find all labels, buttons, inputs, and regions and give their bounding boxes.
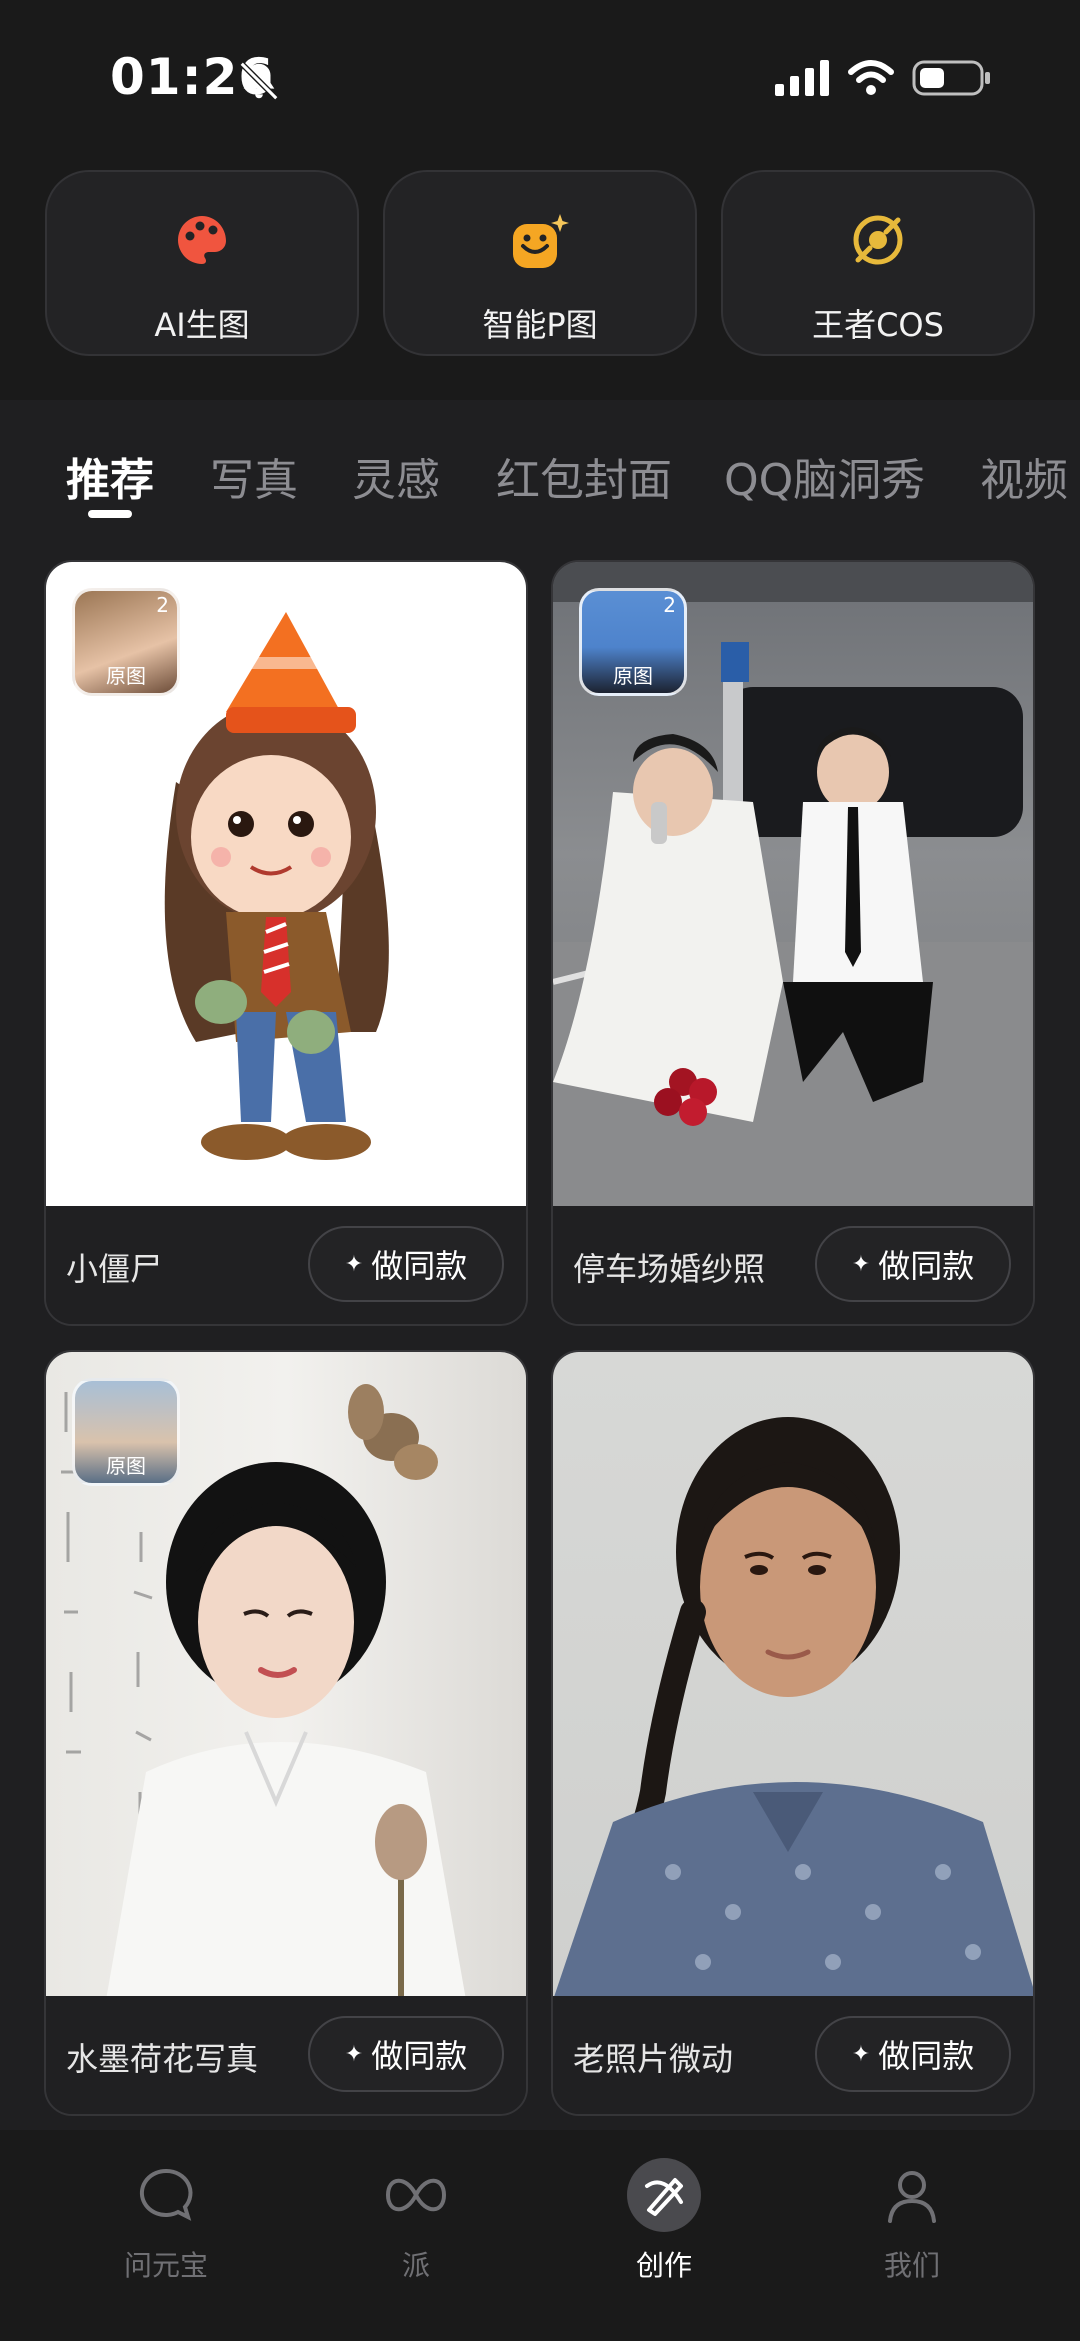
thumb-count: 2 xyxy=(663,593,676,617)
card-footer: 老照片微动 ✦ 做同款 xyxy=(553,1996,1033,2114)
sparkle-icon: ✦ xyxy=(851,1251,871,1277)
tab-qq-brain-show[interactable]: QQ脑洞秀 xyxy=(724,444,925,508)
template-card[interactable]: 2 原图 小僵尸 ✦ 做同款 xyxy=(44,560,528,1326)
tool-smart-edit-button[interactable]: 智能P图 xyxy=(383,170,697,356)
template-card[interactable]: 原图 水墨荷花写真 ✦ 做同款 xyxy=(44,1350,528,2116)
nav-label: 创作 xyxy=(635,2249,692,2282)
template-card[interactable]: 2 原图 停车场婚纱照 ✦ 做同款 xyxy=(551,560,1035,1326)
template-feed: 2 原图 小僵尸 ✦ 做同款 2 原图 停车场婚纱照 ✦ 做同款 原图 水墨荷花… xyxy=(0,550,1080,2130)
person-icon xyxy=(888,2171,936,2223)
app-screen: 01:26 AI生图 智能P图 王者COS 推荐 写真 灵感 红包封面 QQ脑洞… xyxy=(0,0,1080,2341)
tool-label: AI生图 xyxy=(154,306,250,344)
thumb-count: 2 xyxy=(156,593,169,617)
tab-inspiration[interactable]: 灵感 xyxy=(352,444,440,508)
nav-label: 我们 xyxy=(883,2249,940,2282)
palette-icon xyxy=(178,216,226,264)
infinity-icon xyxy=(385,2178,447,2212)
original-photo-thumbnail[interactable]: 2 原图 xyxy=(579,588,687,696)
nav-label: 派 xyxy=(401,2249,430,2282)
make-same-button[interactable]: ✦ 做同款 xyxy=(308,2016,504,2092)
battery-icon xyxy=(912,60,990,96)
card-footer: 小僵尸 ✦ 做同款 xyxy=(46,1206,526,1324)
signal-icon xyxy=(775,60,829,96)
original-photo-thumbnail[interactable]: 2 原图 xyxy=(72,588,180,696)
nav-pai[interactable]: 派 xyxy=(326,2158,506,2284)
make-same-label: 做同款 xyxy=(371,1247,468,1285)
sparkle-icon: ✦ xyxy=(851,2041,871,2067)
nav-ask-yuanbao[interactable]: 问元宝 xyxy=(76,2158,256,2284)
nav-create[interactable]: 创作 xyxy=(574,2158,754,2284)
make-same-button[interactable]: ✦ 做同款 xyxy=(815,2016,1011,2092)
template-title: 老照片微动 xyxy=(573,2040,734,2078)
tab-portrait[interactable]: 写真 xyxy=(210,444,298,508)
tab-red-envelope-cover[interactable]: 红包封面 xyxy=(496,444,672,508)
original-photo-thumbnail[interactable]: 原图 xyxy=(72,1378,180,1486)
bell-muted-icon xyxy=(239,61,279,101)
tool-label: 王者COS xyxy=(812,306,944,344)
thumb-label: 原图 xyxy=(106,664,146,688)
tools-section: AI生图 智能P图 王者COS xyxy=(0,150,1080,400)
sparkle-icon: ✦ xyxy=(344,2041,364,2067)
target-icon xyxy=(853,215,903,265)
nav-label: 问元宝 xyxy=(123,2249,208,2282)
status-bar: 01:26 xyxy=(0,0,1080,150)
template-title: 水墨荷花写真 xyxy=(66,2040,259,2078)
chat-bubble-icon xyxy=(139,2168,193,2221)
make-same-button[interactable]: ✦ 做同款 xyxy=(308,1226,504,1302)
template-card[interactable]: 老照片微动 ✦ 做同款 xyxy=(551,1350,1035,2116)
tab-recommend[interactable]: 推荐 xyxy=(66,444,154,508)
make-same-label: 做同款 xyxy=(878,2037,975,2075)
make-same-label: 做同款 xyxy=(371,2037,468,2075)
active-tab-indicator xyxy=(88,510,132,518)
tool-label: 智能P图 xyxy=(482,306,598,344)
old-photo-woman-illustration xyxy=(553,1417,1033,2000)
thumb-label: 原图 xyxy=(613,664,653,688)
card-footer: 停车场婚纱照 ✦ 做同款 xyxy=(553,1206,1033,1324)
make-same-label: 做同款 xyxy=(878,1247,975,1285)
smile-sparkle-icon xyxy=(513,214,569,268)
tool-king-cos-button[interactable]: 王者COS xyxy=(721,170,1035,356)
template-title: 停车场婚纱照 xyxy=(573,1250,766,1288)
template-image xyxy=(553,1352,1033,2000)
bottom-navigation: 问元宝 派 创作 我们 xyxy=(0,2130,1080,2341)
create-icon xyxy=(645,2178,683,2216)
wifi-icon xyxy=(848,60,894,95)
sparkle-icon: ✦ xyxy=(344,1251,364,1277)
template-title: 小僵尸 xyxy=(66,1250,163,1288)
tab-video[interactable]: 视频 xyxy=(980,444,1068,508)
thumb-label: 原图 xyxy=(106,1454,146,1478)
nav-us[interactable]: 我们 xyxy=(822,2158,1002,2284)
tool-ai-image-button[interactable]: AI生图 xyxy=(45,170,359,356)
make-same-button[interactable]: ✦ 做同款 xyxy=(815,1226,1011,1302)
category-tabs: 推荐 写真 灵感 红包封面 QQ脑洞秀 视频 xyxy=(0,400,1080,550)
card-footer: 水墨荷花写真 ✦ 做同款 xyxy=(46,1996,526,2114)
